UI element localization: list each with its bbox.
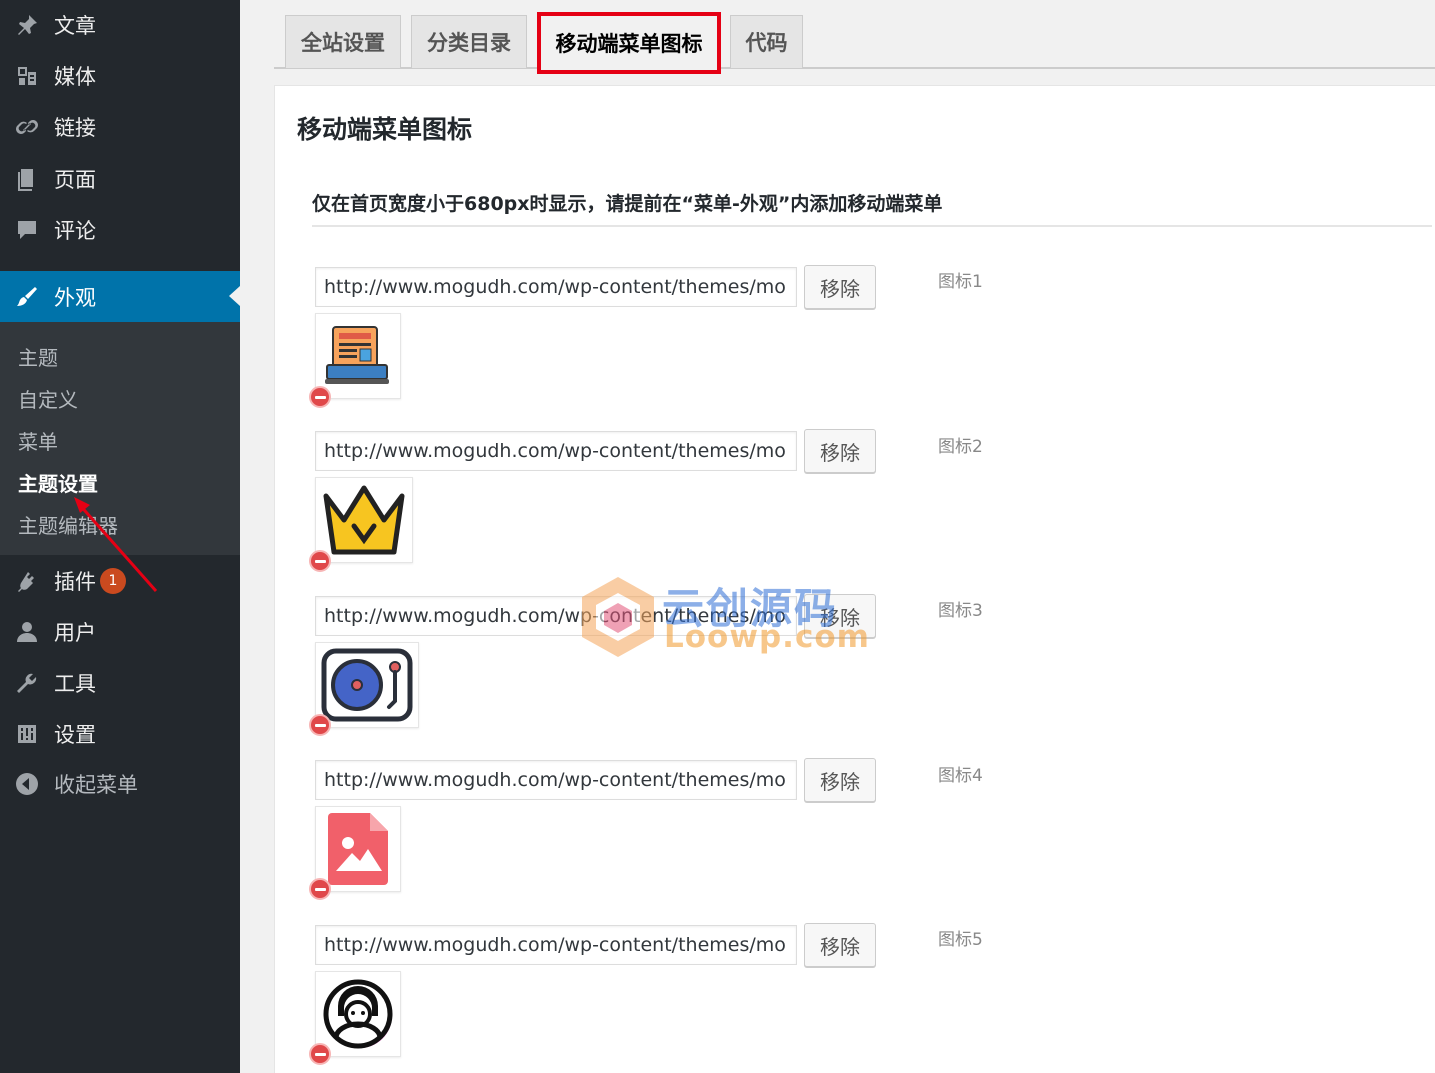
menu-appearance[interactable]: 外观 xyxy=(0,271,240,322)
turntable-icon xyxy=(321,648,413,722)
news-icon xyxy=(325,326,389,384)
delete-icon[interactable] xyxy=(309,386,331,408)
remove-button[interactable]: 移除 xyxy=(804,758,876,802)
menu-pages[interactable]: 页面 xyxy=(0,154,240,204)
user-icon xyxy=(14,619,40,645)
menu-label: 外观 xyxy=(54,285,96,310)
tab-categories[interactable]: 分类目录 xyxy=(411,15,527,68)
icon-preview xyxy=(315,313,401,399)
comment-icon xyxy=(14,217,40,243)
icon-preview xyxy=(315,477,413,563)
icon-label: 图标4 xyxy=(938,766,983,786)
menu-label: 评论 xyxy=(54,219,96,243)
remove-button[interactable]: 移除 xyxy=(804,923,876,967)
remove-button[interactable]: 移除 xyxy=(804,594,876,638)
submenu-menus[interactable]: 菜单 xyxy=(18,426,58,455)
icon-preview xyxy=(315,806,401,892)
collapse-icon xyxy=(14,771,40,797)
delete-icon[interactable] xyxy=(309,550,331,572)
icon-label: 图标1 xyxy=(938,272,983,292)
divider xyxy=(312,225,1432,227)
page-icon xyxy=(14,166,40,192)
wrench-icon xyxy=(14,670,40,696)
menu-comments[interactable]: 评论 xyxy=(0,205,240,255)
appearance-submenu: 主题 自定义 菜单 主题设置 主题编辑器 xyxy=(0,322,240,555)
menu-settings[interactable]: 设置 xyxy=(0,709,240,759)
remove-button[interactable]: 移除 xyxy=(804,429,876,473)
menu-label: 页面 xyxy=(54,168,96,192)
menu-plugins[interactable]: 插件 1 xyxy=(0,556,240,606)
delete-icon[interactable] xyxy=(309,878,331,900)
menu-label: 链接 xyxy=(54,116,96,140)
menu-media[interactable]: 媒体 xyxy=(0,51,240,101)
submenu-themes[interactable]: 主题 xyxy=(18,342,58,371)
icon-url-input[interactable]: http://www.mogudh.com/wp-content/themes/… xyxy=(315,925,797,965)
brush-icon xyxy=(14,284,40,310)
menu-label: 用户 xyxy=(54,621,96,645)
image-file-icon xyxy=(328,813,388,885)
submenu-theme-editor[interactable]: 主题编辑器 xyxy=(18,510,118,539)
tab-mobile-menu-icons[interactable]: 移动端菜单图标 xyxy=(537,12,721,74)
tab-global-settings[interactable]: 全站设置 xyxy=(285,15,401,68)
submenu-theme-settings[interactable]: 主题设置 xyxy=(18,468,98,497)
menu-label: 工具 xyxy=(54,672,96,696)
menu-users[interactable]: 用户 xyxy=(0,607,240,657)
link-icon xyxy=(14,114,40,140)
panel-notice: 仅在首页宽度小于680px时显示，请提前在“菜单-外观”内添加移动端菜单 xyxy=(312,193,943,215)
menu-label: 收起菜单 xyxy=(54,773,138,797)
remove-button[interactable]: 移除 xyxy=(804,265,876,309)
menu-label: 设置 xyxy=(54,723,96,747)
icon-label: 图标3 xyxy=(938,601,983,621)
tab-code[interactable]: 代码 xyxy=(730,15,803,68)
delete-icon[interactable] xyxy=(309,1043,331,1065)
icon-url-input[interactable]: http://www.mogudh.com/wp-content/themes/… xyxy=(315,431,797,471)
admin-sidebar: 文章 媒体 链接 页面 评论 外观 主题 自定义 菜单 主题设置 主题编辑器 插… xyxy=(0,0,240,1073)
menu-links[interactable]: 链接 xyxy=(0,102,240,152)
icon-url-input[interactable]: http://www.mogudh.com/wp-content/themes/… xyxy=(315,760,797,800)
plugin-icon xyxy=(14,568,40,594)
menu-tools[interactable]: 工具 xyxy=(0,658,240,708)
settings-icon xyxy=(14,721,40,747)
panel-title: 移动端菜单图标 xyxy=(297,115,473,144)
crown-icon xyxy=(323,485,405,555)
icon-preview xyxy=(315,971,401,1057)
menu-collapse[interactable]: 收起菜单 xyxy=(0,759,240,809)
icon-url-input[interactable]: http://www.mogudh.com/wp-content/themes/… xyxy=(315,267,797,307)
settings-panel: 移动端菜单图标 仅在首页宽度小于680px时显示，请提前在“菜单-外观”内添加移… xyxy=(274,85,1435,1073)
delete-icon[interactable] xyxy=(309,714,331,736)
icon-preview xyxy=(315,642,419,728)
menu-posts[interactable]: 文章 xyxy=(0,0,240,50)
icon-label: 图标5 xyxy=(938,930,983,950)
avatar-icon xyxy=(323,979,393,1049)
plugin-update-badge: 1 xyxy=(100,568,126,594)
media-icon xyxy=(14,63,40,89)
icon-url-input[interactable]: http://www.mogudh.com/wp-content/themes/… xyxy=(315,596,797,636)
menu-label: 文章 xyxy=(54,14,96,38)
icon-label: 图标2 xyxy=(938,437,983,457)
menu-label: 媒体 xyxy=(54,65,96,89)
pin-icon xyxy=(14,12,40,38)
menu-label: 插件 xyxy=(54,570,96,594)
submenu-customize[interactable]: 自定义 xyxy=(18,384,78,413)
